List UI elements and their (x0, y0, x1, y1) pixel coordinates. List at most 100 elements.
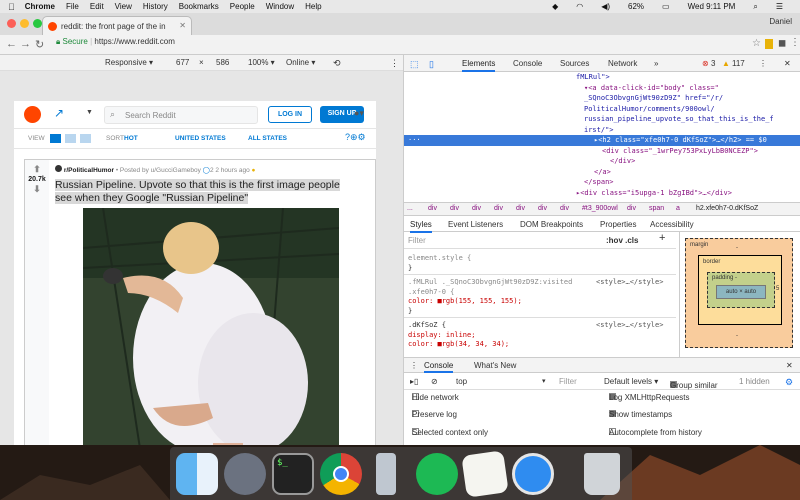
tab-network[interactable]: Network (608, 59, 637, 68)
tab-dom-breakpoints[interactable]: DOM Breakpoints (520, 220, 583, 229)
post-image[interactable] (83, 208, 339, 445)
login-button[interactable]: LOG IN (268, 106, 312, 123)
sort-hot[interactable]: HOT (124, 135, 138, 142)
viewport-height[interactable]: 586 (216, 58, 229, 67)
style-source-link[interactable]: <style>…</style> (596, 321, 663, 331)
forward-icon[interactable]: → (20, 38, 31, 50)
style-line[interactable]: .xfe0h7-0 { (408, 288, 454, 298)
menu-window[interactable]: Window (266, 2, 294, 11)
simulator-icon[interactable] (376, 453, 396, 495)
inspect-icon[interactable]: ⬚ (410, 59, 419, 70)
style-line[interactable]: .fMLRul ._SQnoC3ObvgnGjWt90zD9Z:visited (408, 278, 572, 288)
compact-view-icon[interactable] (80, 134, 91, 143)
error-icon[interactable]: ⊗ (702, 59, 709, 68)
user-menu-icon[interactable]: ●▾ (354, 108, 364, 119)
breadcrumb-item[interactable]: #t3_900owl (582, 205, 618, 212)
tab-elements[interactable]: Elements (462, 59, 496, 72)
menu-edit[interactable]: Edit (90, 2, 104, 11)
close-drawer-icon[interactable]: ✕ (786, 361, 793, 370)
tab-properties[interactable]: Properties (600, 220, 636, 229)
style-line[interactable]: color: ■rgb(155, 155, 155); (408, 297, 522, 307)
warning-icon[interactable]: ▲ (722, 59, 730, 68)
textedit-icon[interactable] (461, 450, 509, 498)
dom-line[interactable]: fMLRul"> (576, 72, 610, 83)
style-line[interactable]: color: ■rgb(34, 34, 34); (408, 340, 509, 350)
dom-line[interactable]: russian_pipeline_upvote_so_that_this_is_… (584, 114, 774, 125)
classic-view-icon[interactable] (65, 134, 76, 143)
minimize-window-button[interactable] (20, 19, 29, 28)
post-author[interactable]: • Posted by u/GucciGameboy (116, 167, 201, 174)
subreddit-avatar[interactable] (55, 165, 62, 172)
finder-icon[interactable] (176, 453, 218, 495)
breadcrumb-item[interactable]: div (472, 205, 481, 212)
breadcrumb-item-selected[interactable]: h2.xfe0h7-0.dKfSoZ (696, 205, 758, 212)
console-settings-icon[interactable]: ⚙ (785, 377, 793, 388)
comments-icon[interactable]: ◯ (203, 167, 210, 174)
log-levels-select[interactable]: Default levels ▾ (604, 377, 658, 386)
menu-view[interactable]: View (115, 2, 132, 11)
menu-app-name[interactable]: Chrome (25, 2, 55, 11)
margin-bottom-value[interactable]: - (736, 333, 738, 339)
context-select[interactable]: top (456, 377, 467, 386)
zoom-select[interactable]: 100% ▾ (248, 58, 275, 67)
breadcrumb-item[interactable]: div (450, 205, 459, 212)
margin-top-value[interactable]: - (736, 245, 738, 251)
search-input[interactable]: Search Reddit (104, 106, 258, 124)
trending-icon[interactable]: ↗ (54, 106, 64, 120)
back-icon[interactable]: ← (6, 38, 17, 50)
breadcrumb-item[interactable]: span (649, 205, 664, 212)
device-select[interactable]: Responsive ▾ (105, 58, 153, 67)
box-margin[interactable]: margin - border padding - auto × auto 5 … (685, 238, 793, 348)
states-select[interactable]: ALL STATES (248, 135, 287, 142)
menu-people[interactable]: People (230, 2, 255, 11)
breadcrumb-item[interactable]: div (494, 205, 503, 212)
dom-line[interactable]: </span> (584, 177, 614, 188)
box-padding[interactable]: padding - auto × auto (707, 272, 775, 308)
dom-line[interactable]: ▾<a data-click-id="body" class=" (584, 83, 719, 94)
award-icon[interactable]: ● (252, 167, 256, 174)
chrome-menu-icon[interactable]: ⋮ (790, 37, 800, 48)
network-select[interactable]: Online ▾ (286, 58, 315, 67)
dom-line[interactable]: </a> (594, 167, 611, 178)
extension-icon[interactable] (765, 39, 773, 49)
tab-console[interactable]: Console (513, 59, 542, 68)
card-view-icon[interactable] (50, 134, 61, 143)
trash-icon[interactable] (584, 453, 620, 495)
clear-console-icon[interactable]: ⊘ (431, 377, 438, 386)
menu-history[interactable]: History (143, 2, 168, 11)
apple-menu-icon[interactable]:  (8, 2, 15, 12)
viewport-width[interactable]: 677 (176, 58, 189, 67)
menu-help[interactable]: Help (305, 2, 321, 11)
star-icon[interactable]: ☆ (752, 38, 761, 49)
context-dropdown-icon[interactable]: ▾ (542, 377, 546, 385)
zoom-window-button[interactable] (33, 19, 42, 28)
new-rule-icon[interactable]: + (659, 233, 665, 244)
menu-file[interactable]: File (66, 2, 79, 11)
rotate-icon[interactable]: ⟲ (333, 58, 341, 69)
more-options-icon[interactable]: ⋮ (390, 58, 399, 69)
terminal-icon[interactable]: $_ (272, 453, 314, 495)
breadcrumb-item[interactable]: div (538, 205, 547, 212)
dropbox-icon[interactable]: ◆ (552, 2, 558, 11)
tab-whats-new[interactable]: What's New (474, 361, 516, 370)
region-select[interactable]: UNITED STATES (175, 135, 226, 142)
subreddit-link[interactable]: r/PoliticalHumor (64, 167, 114, 174)
extension-icon[interactable]: ◼ (778, 38, 786, 49)
post-card[interactable]: ⬆︎ 20.7k ⬇︎ r/PoliticalHumor • Posted by… (24, 159, 376, 445)
tab-accessibility[interactable]: Accessibility (650, 220, 694, 229)
notification-center-icon[interactable]: ☰ (776, 2, 783, 11)
drawer-menu-icon[interactable]: ⋮ (410, 361, 418, 370)
console-filter-input[interactable]: Filter (559, 377, 577, 386)
clock[interactable]: Wed 9:11 PM (688, 2, 736, 11)
box-content[interactable]: auto × auto (716, 285, 766, 299)
search-icon[interactable]: ⌕ (753, 2, 757, 12)
battery-percent[interactable]: 62% (628, 2, 644, 11)
hov-cls-toggle[interactable]: :hov .cls (606, 236, 638, 246)
style-source-link[interactable]: <style>…</style> (596, 278, 663, 288)
border-right-value[interactable]: 5 (776, 286, 779, 292)
address-bar[interactable]: 🔒︎ Secure | https://www.reddit.com (56, 37, 175, 47)
browser-tab-reddit[interactable]: reddit: the front page of the in ✕ (42, 16, 192, 35)
close-devtools-icon[interactable]: ✕ (784, 59, 791, 68)
dom-line[interactable]: PoliticalHumor/comments/900owl/ (584, 104, 715, 115)
sidebar-toggle-icon[interactable]: ▸▯ (410, 377, 418, 386)
